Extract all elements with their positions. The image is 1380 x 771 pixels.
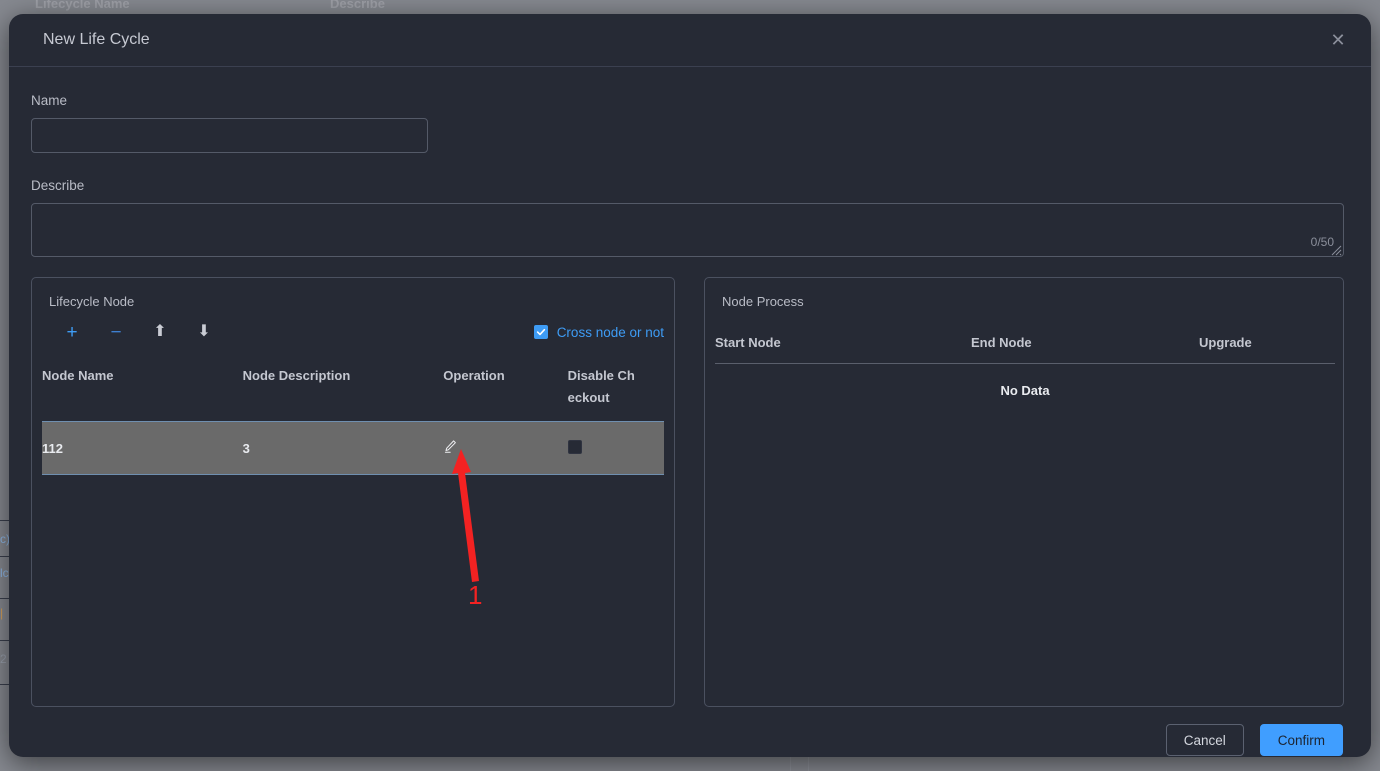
- checkbox-checked-icon: [533, 325, 548, 339]
- cell-operation: [443, 421, 568, 475]
- new-life-cycle-dialog: New Life Cycle ✕ Name Describe 0/50 Life…: [9, 14, 1371, 757]
- dialog-body: Name Describe 0/50 Lifecycle Node + − ⬆: [9, 67, 1371, 707]
- lifecycle-node-toolbar: + − ⬆ ⬇ Cross node or not: [42, 319, 664, 345]
- describe-field-wrapper: 0/50: [31, 203, 1344, 257]
- column-node-description: Node Description: [242, 359, 444, 422]
- background-column-describe: Describe: [330, 0, 385, 11]
- column-operation: Operation: [443, 359, 568, 422]
- disable-checkout-checkbox[interactable]: [567, 439, 582, 454]
- table-header-row: Start Node End Node Upgrade: [715, 326, 1335, 364]
- minus-icon[interactable]: −: [94, 323, 138, 342]
- cell-node-name: 112: [42, 421, 243, 475]
- column-disable-checkout: Disable Ch eckout: [567, 359, 664, 422]
- background-table-header: Lifecycle Name Describe: [0, 0, 1380, 14]
- node-process-title: Node Process: [722, 294, 804, 309]
- background-column-lifecycle-name: Lifecycle Name: [35, 0, 130, 11]
- describe-label: Describe: [31, 178, 85, 193]
- arrow-up-icon[interactable]: ⬆: [138, 324, 182, 340]
- no-data-text: No Data: [1000, 382, 1050, 398]
- name-input[interactable]: [31, 118, 428, 153]
- screen: Lifecycle Name Describe c) lc | 2 New Li…: [0, 0, 1380, 771]
- lifecycle-node-panel: Lifecycle Node + − ⬆ ⬇ Cross node or not…: [31, 277, 675, 707]
- cross-node-checkbox[interactable]: Cross node or not: [533, 324, 664, 340]
- node-process-panel: Node Process Start Node End Node Upgrade: [704, 277, 1344, 707]
- table-header-row: Node Name Node Description Operation Dis…: [42, 359, 664, 422]
- dialog-footer: Cancel Confirm: [9, 707, 1371, 757]
- dialog-header: New Life Cycle ✕: [9, 14, 1371, 67]
- describe-textarea[interactable]: [31, 203, 1344, 257]
- edit-pencil-icon[interactable]: [443, 439, 458, 454]
- empty-state-row: No Data: [715, 364, 1335, 417]
- cross-node-label: Cross node or not: [556, 324, 664, 340]
- panels-container: Lifecycle Node + − ⬆ ⬇ Cross node or not…: [31, 277, 1349, 707]
- lifecycle-node-table: Node Name Node Description Operation Dis…: [42, 359, 664, 475]
- column-upgrade: Upgrade: [1199, 326, 1335, 364]
- name-label: Name: [31, 93, 68, 108]
- cell-node-description: 3: [242, 421, 444, 475]
- plus-icon[interactable]: +: [50, 323, 94, 342]
- close-icon[interactable]: ✕: [1325, 27, 1351, 53]
- confirm-button[interactable]: Confirm: [1259, 724, 1343, 756]
- arrow-down-icon[interactable]: ⬇: [182, 324, 226, 340]
- node-process-table: Start Node End Node Upgrade No Data: [715, 326, 1335, 416]
- column-node-name: Node Name: [42, 359, 243, 422]
- lifecycle-node-title: Lifecycle Node: [49, 294, 135, 309]
- column-start-node: Start Node: [715, 326, 971, 364]
- column-end-node: End Node: [971, 326, 1199, 364]
- table-row[interactable]: 112 3: [42, 421, 664, 475]
- cell-disable-checkout: [567, 421, 664, 475]
- annotation-step-number: 1: [468, 580, 483, 610]
- cancel-button[interactable]: Cancel: [1165, 724, 1244, 756]
- dialog-title: New Life Cycle: [43, 31, 150, 48]
